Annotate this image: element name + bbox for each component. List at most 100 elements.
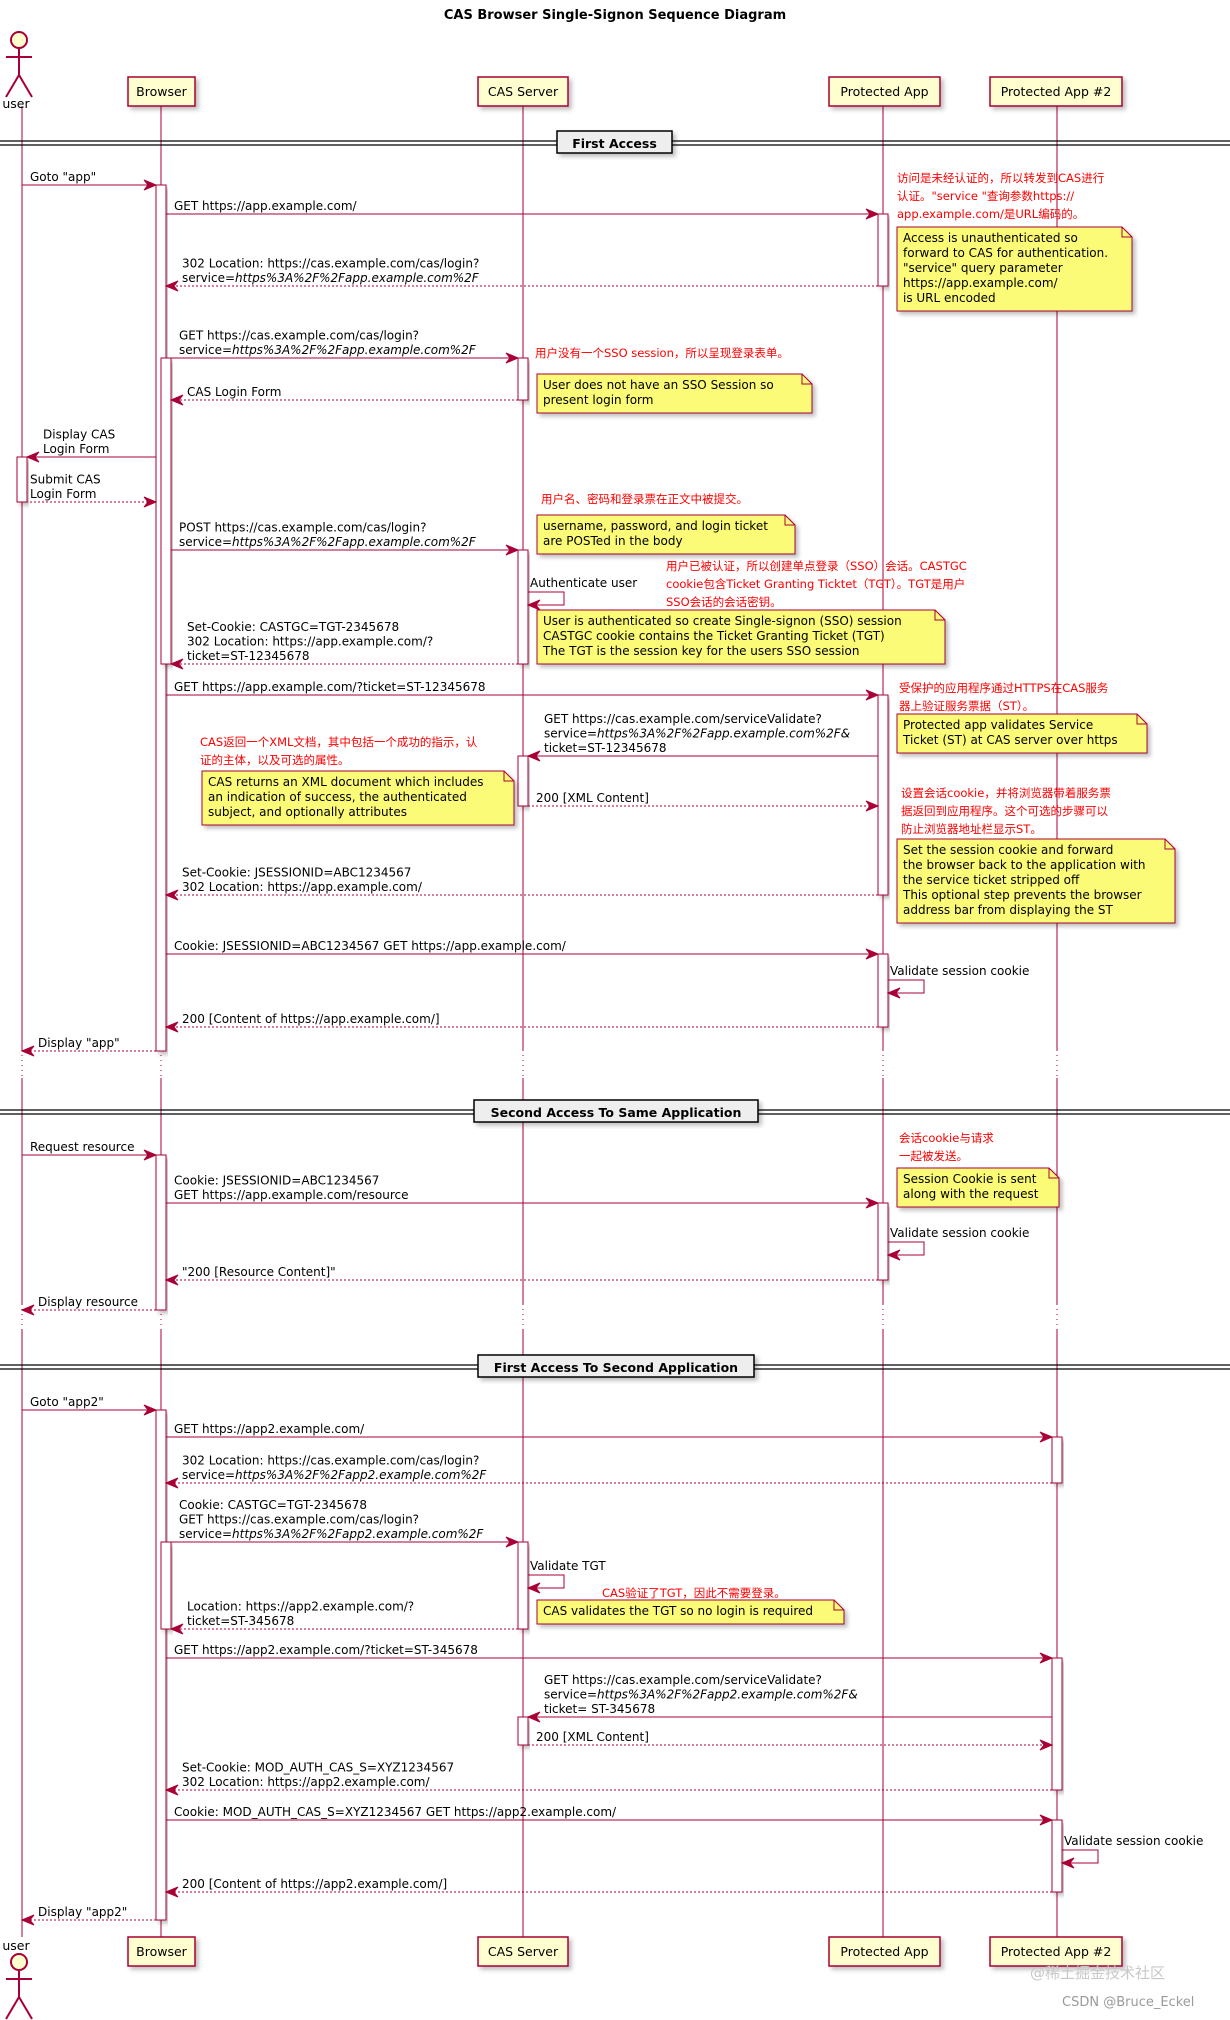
translation-annotation: 用户名、密码和登录票在正文中被提交。 (541, 492, 748, 506)
message-label: Cookie: MOD_AUTH_CAS_S=XYZ1234567 GET ht… (174, 1805, 617, 1819)
translation-annotation: 设置会话cookie，并将浏览器带着服务票据返回到应用程序。这个可选的步骤可以防… (901, 786, 1111, 836)
message-label: service=https%3A%2F%2Fapp2.example.com%2… (179, 1527, 484, 1541)
annotation-text: 器上验证服务票据（ST）。 (899, 699, 1034, 713)
message: Validate session cookie (886, 964, 1029, 999)
message: Validate session cookie (1060, 1834, 1203, 1869)
note-text: Session Cookie is sent (903, 1172, 1037, 1186)
message-label: 302 Location: https://app2.example.com/ (182, 1775, 430, 1789)
participant-label-app2: Protected App #2 (1001, 84, 1112, 99)
note-text: https://app.example.com/ (903, 276, 1059, 290)
annotation-text: app.example.com/是URL编码的。 (897, 207, 1084, 221)
actor-icon (5, 31, 33, 98)
note: Protected app validates ServiceTicket (S… (896, 713, 1148, 754)
message-label: service=https%3A%2F%2Fapp.example.com%2F (179, 343, 477, 357)
message-label: GET https://cas.example.com/serviceValid… (544, 712, 822, 726)
annotation-text: 防止浏览器地址栏显示ST。 (901, 822, 1042, 836)
note-text: CAS returns an XML document which includ… (208, 775, 483, 789)
note-text: CAS validates the TGT so no login is req… (543, 1604, 813, 1618)
note: Access is unauthenticated soforward to C… (896, 226, 1133, 312)
translation-annotation: 用户已被认证，所以创建单点登录（SSO）会话。CASTGC cookie包含Tic… (666, 559, 967, 609)
participant-label-user: user (2, 1938, 30, 1953)
message-label: Goto "app" (30, 170, 96, 184)
message-label: service=https%3A%2F%2Fapp2.example.com%2… (182, 1468, 487, 1482)
actor-head (10, 1953, 28, 1971)
message-label: service=https%3A%2F%2Fapp2.example.com%2… (544, 1688, 858, 1702)
divider-label: First Access (572, 136, 657, 151)
annotation-text: SSO会话的会话密钥。 (666, 595, 782, 609)
activation-bar-browser (155, 1154, 167, 1311)
message-label: 200 [Content of https://app2.example.com… (182, 1877, 447, 1891)
participant-label-cas: CAS Server (488, 1944, 559, 1959)
annotation-text: 会话cookie与请求 (899, 1131, 994, 1145)
note-text: the browser back to the application with (903, 858, 1146, 872)
note-text: "service" query parameter (903, 261, 1063, 275)
message-label: 200 [Content of https://app.example.com/… (182, 1012, 440, 1026)
message-label: Display "app" (38, 1036, 120, 1050)
message-label: Set-Cookie: JSESSIONID=ABC1234567 (182, 866, 411, 880)
annotation-text: 用户没有一个SSO session，所以呈现登录表单。 (535, 346, 789, 360)
annotation-text: CAS验证了TGT，因此不需要登录。 (602, 1586, 786, 1600)
message: Goto "app" (22, 170, 158, 191)
message-label: POST https://cas.example.com/cas/login? (179, 521, 426, 535)
message-label: Login Form (30, 487, 96, 501)
activation-bar-app (877, 694, 889, 896)
arrow-head (865, 800, 880, 812)
message-label: Cookie: CASTGC=TGT-2345678 (179, 1498, 367, 1512)
note-text: Protected app validates Service (903, 718, 1093, 732)
message: Validate TGT (526, 1559, 606, 1594)
participant-label-app: Protected App (840, 1944, 928, 1959)
message-label: GET https://app2.example.com/?ticket=ST-… (174, 1643, 478, 1657)
section-divider: First Access (0, 130, 1230, 154)
annotation-text: 证的主体，以及可选的属性。 (200, 753, 350, 767)
message: Cookie: CASTGC=TGT-2345678GET https://ca… (171, 1498, 520, 1548)
actor-icon (5, 1953, 33, 2020)
participant-label-app: Protected App (840, 84, 928, 99)
message: GET https://app2.example.com/?ticket=ST-… (166, 1643, 1054, 1664)
note-text: User is authenticated so create Single-s… (543, 614, 902, 628)
annotation-text: 认证。"service "查询参数https:// (897, 189, 1074, 203)
annotation-text: 用户名、密码和登录票在正文中被提交。 (541, 492, 748, 506)
annotation-text: cookie包含Ticket Granting Ticktet（TGT）。TGT… (666, 577, 965, 591)
message: Submit CASLogin Form (22, 473, 158, 508)
note-text: CASTGC cookie contains the Ticket Granti… (543, 629, 885, 643)
divider-label: First Access To Second Application (494, 1360, 738, 1375)
message-label: Display CAS (43, 428, 115, 442)
message-label: 302 Location: https://cas.example.com/ca… (182, 257, 479, 271)
activation-bar-app2 (1051, 1436, 1063, 1484)
message: CAS Login Form (169, 385, 518, 406)
activation-bar-browser (155, 1409, 167, 1921)
note-text: an indication of success, the authentica… (208, 790, 467, 804)
watermark-csdn: CSDN @Bruce_Eckel (1062, 1995, 1194, 2010)
note-text: This optional step prevents the browser (902, 888, 1142, 902)
annotation-text: 受保护的应用程序通过HTTPS在CAS服务 (899, 681, 1109, 695)
note-text: address bar from displaying the ST (903, 903, 1114, 917)
message: Set-Cookie: CASTGC=TGT-2345678302 Locati… (169, 620, 518, 670)
translation-annotation: CAS验证了TGT，因此不需要登录。 (602, 1586, 786, 1600)
note-text: Ticket (ST) at CAS server over https (902, 733, 1118, 747)
note-text: subject, and optionally attributes (208, 805, 407, 819)
arrow-head (164, 1886, 179, 1898)
note: CAS returns an XML document which includ… (201, 770, 515, 826)
participant-label-browser: Browser (136, 1944, 188, 1959)
arrow-head (143, 496, 158, 508)
message: GET https://cas.example.com/serviceValid… (526, 1673, 1052, 1723)
message-label: Cookie: JSESSIONID=ABC1234567 (174, 1174, 379, 1188)
note-text: present login form (543, 393, 653, 407)
message-label: ticket=ST-345678 (187, 1614, 294, 1628)
participant-label-browser: Browser (136, 84, 188, 99)
note-text: the service ticket stripped off (903, 873, 1080, 887)
note-text: forward to CAS for authentication. (903, 246, 1108, 260)
watermark-juejin: @稀土掘金技术社区 (1030, 1964, 1165, 1982)
sequence-diagram: CAS Browser Single-Signon Sequence Diagr… (0, 8, 1230, 2020)
note-text: username, password, and login ticket (543, 519, 768, 533)
arrow-head (20, 1304, 35, 1316)
activation-bar-browser (160, 357, 172, 665)
note: Set the session cookie and forwardthe br… (896, 838, 1176, 924)
message-label: Display resource (38, 1295, 138, 1309)
note: CAS validates the TGT so no login is req… (536, 1599, 845, 1625)
note-text: are POSTed in the body (543, 534, 683, 548)
annotation-text: 用户已被认证，所以创建单点登录（SSO）会话。CASTGC (666, 559, 967, 573)
message-label: GET https://app.example.com/resource (174, 1188, 408, 1202)
note-text: The TGT is the session key for the users… (542, 644, 859, 658)
note-text: Set the session cookie and forward (903, 843, 1113, 857)
